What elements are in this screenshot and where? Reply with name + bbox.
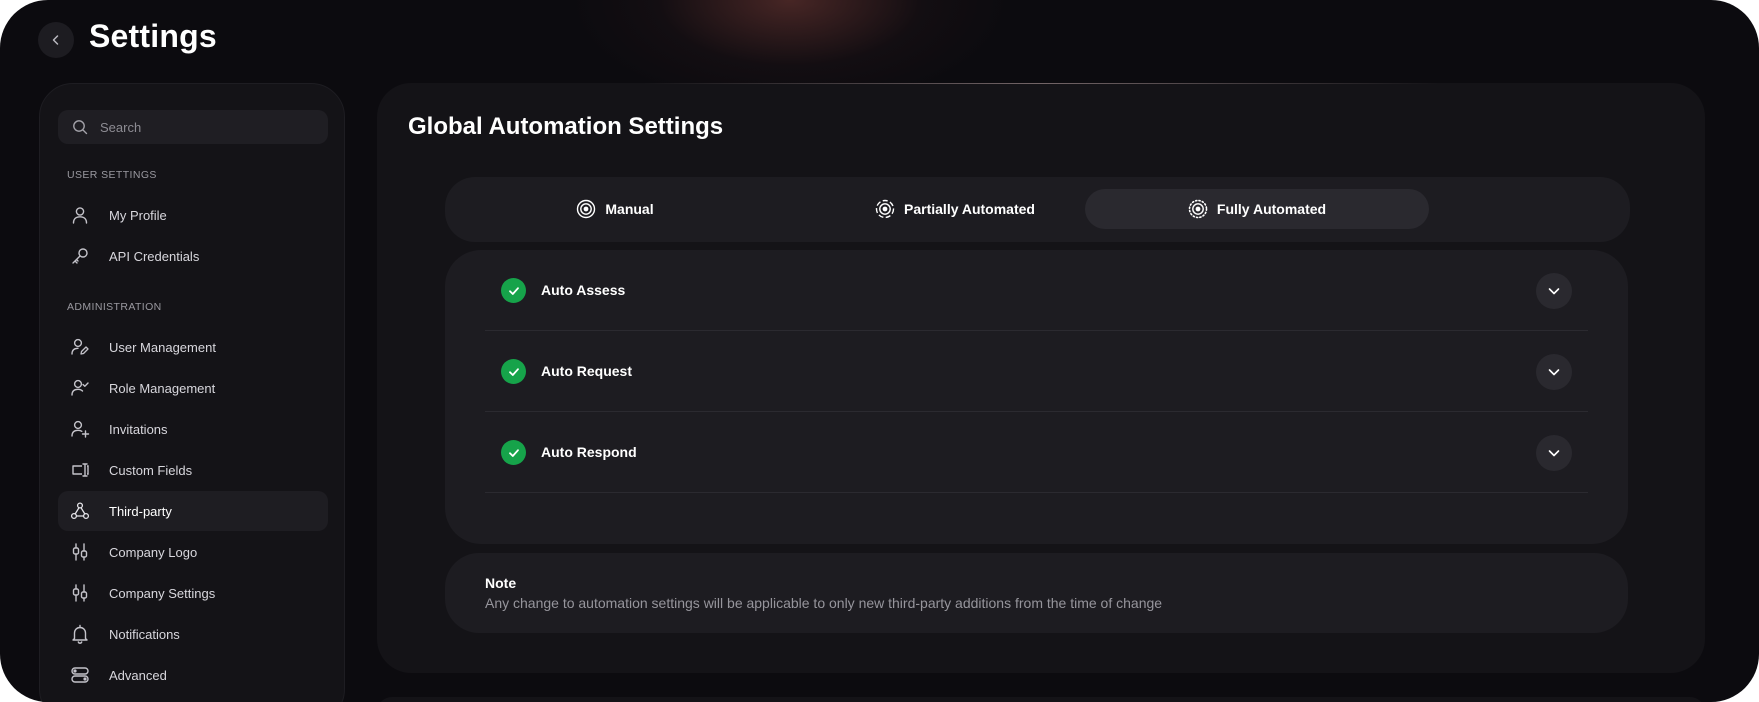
user-edit-icon — [68, 335, 92, 359]
sidebar-item-label: Custom Fields — [109, 462, 193, 478]
option-row-auto-assess[interactable]: Auto Assess — [485, 250, 1588, 331]
sliders-icon — [68, 540, 92, 564]
sidebar-item-label: Advanced — [109, 667, 167, 683]
note-text: Any change to automation settings will b… — [485, 595, 1163, 611]
sidebar-item-user-management[interactable]: User Management — [58, 327, 328, 367]
option-label: Auto Request — [541, 363, 632, 379]
option-row-auto-request[interactable]: Auto Request — [485, 331, 1588, 412]
section-title: Global Automation Settings — [408, 113, 724, 140]
sliders-icon — [68, 581, 92, 605]
automation-options-card: Auto Assess Auto Request Auto Respond — [445, 250, 1628, 544]
sidebar-item-company-settings[interactable]: Company Settings — [58, 573, 328, 613]
sidebar-item-my-profile[interactable]: My Profile — [58, 195, 328, 235]
back-button[interactable] — [38, 22, 74, 58]
chevron-down-icon — [1548, 288, 1560, 295]
text-field-icon — [68, 458, 92, 482]
expand-button[interactable] — [1536, 273, 1572, 309]
sidebar-item-label: Company Logo — [109, 544, 198, 560]
option-label: Auto Respond — [541, 444, 637, 460]
check-icon — [501, 359, 526, 384]
tab-partially-automated[interactable]: Partially Automated — [785, 189, 1125, 229]
page-title: Settings — [89, 18, 217, 54]
target-dotted-icon — [1188, 199, 1208, 219]
target-dashed-icon — [875, 199, 895, 219]
sidebar-item-label: Third-party — [109, 503, 172, 519]
sidebar-item-label: Company Settings — [109, 585, 216, 601]
user-check-icon — [68, 376, 92, 400]
tab-manual[interactable]: Manual — [445, 189, 785, 229]
user-icon — [68, 203, 92, 227]
tab-label: Partially Automated — [904, 201, 1035, 217]
network-icon — [68, 499, 92, 523]
bell-icon — [68, 622, 92, 646]
app-window: Settings Search USER SETTINGS My Profile… — [0, 0, 1759, 702]
key-icon — [68, 244, 92, 268]
sidebar-item-label: User Management — [109, 339, 216, 355]
expand-button[interactable] — [1536, 354, 1572, 390]
settings-sidebar: Search USER SETTINGS My Profile API Cred… — [39, 83, 345, 702]
sidebar-item-role-management[interactable]: Role Management — [58, 368, 328, 408]
sidebar-item-label: Notifications — [109, 626, 180, 642]
sidebar-item-label: My Profile — [109, 207, 167, 223]
sidebar-item-label: API Credentials — [109, 248, 200, 264]
chevron-down-icon — [1548, 369, 1560, 376]
sidebar-item-custom-fields[interactable]: Custom Fields — [58, 450, 328, 490]
chevron-down-icon — [1548, 450, 1560, 457]
sidebar-item-notifications[interactable]: Notifications — [58, 614, 328, 654]
check-icon — [501, 278, 526, 303]
sidebar-item-label: Invitations — [109, 421, 168, 437]
sidebar-item-label: Role Management — [109, 380, 216, 396]
chevron-left-icon — [52, 35, 59, 45]
search-input[interactable]: Search — [58, 110, 328, 144]
tab-label: Fully Automated — [1216, 201, 1327, 217]
toggles-icon — [68, 663, 92, 687]
section-label-user-settings: USER SETTINGS — [67, 169, 157, 181]
lower-panel — [377, 697, 1705, 702]
search-placeholder: Search — [100, 119, 142, 135]
section-label-administration: ADMINISTRATION — [67, 301, 162, 313]
target-icon — [577, 199, 596, 219]
tab-fully-automated[interactable]: Fully Automated — [1085, 189, 1429, 229]
option-row-auto-respond[interactable]: Auto Respond — [485, 412, 1588, 493]
automation-settings-panel: Global Automation Settings Manual Partia… — [377, 83, 1705, 673]
sidebar-item-api-credentials[interactable]: API Credentials — [58, 236, 328, 276]
sidebar-item-company-logo[interactable]: Company Logo — [58, 532, 328, 572]
check-icon — [501, 440, 526, 465]
sidebar-item-invitations[interactable]: Invitations — [58, 409, 328, 449]
note-title: Note — [485, 575, 517, 591]
sidebar-item-third-party[interactable]: Third-party — [58, 491, 328, 531]
option-label: Auto Assess — [541, 282, 626, 298]
tab-label: Manual — [605, 201, 654, 217]
automation-mode-tabs: Manual Partially Automated Fully Automat… — [445, 177, 1630, 242]
expand-button[interactable] — [1536, 435, 1572, 471]
user-plus-icon — [68, 417, 92, 441]
note-card: Note Any change to automation settings w… — [445, 553, 1628, 633]
search-icon — [73, 120, 88, 135]
sidebar-item-advanced[interactable]: Advanced — [58, 655, 328, 695]
panel-highlight-line — [377, 83, 1705, 84]
